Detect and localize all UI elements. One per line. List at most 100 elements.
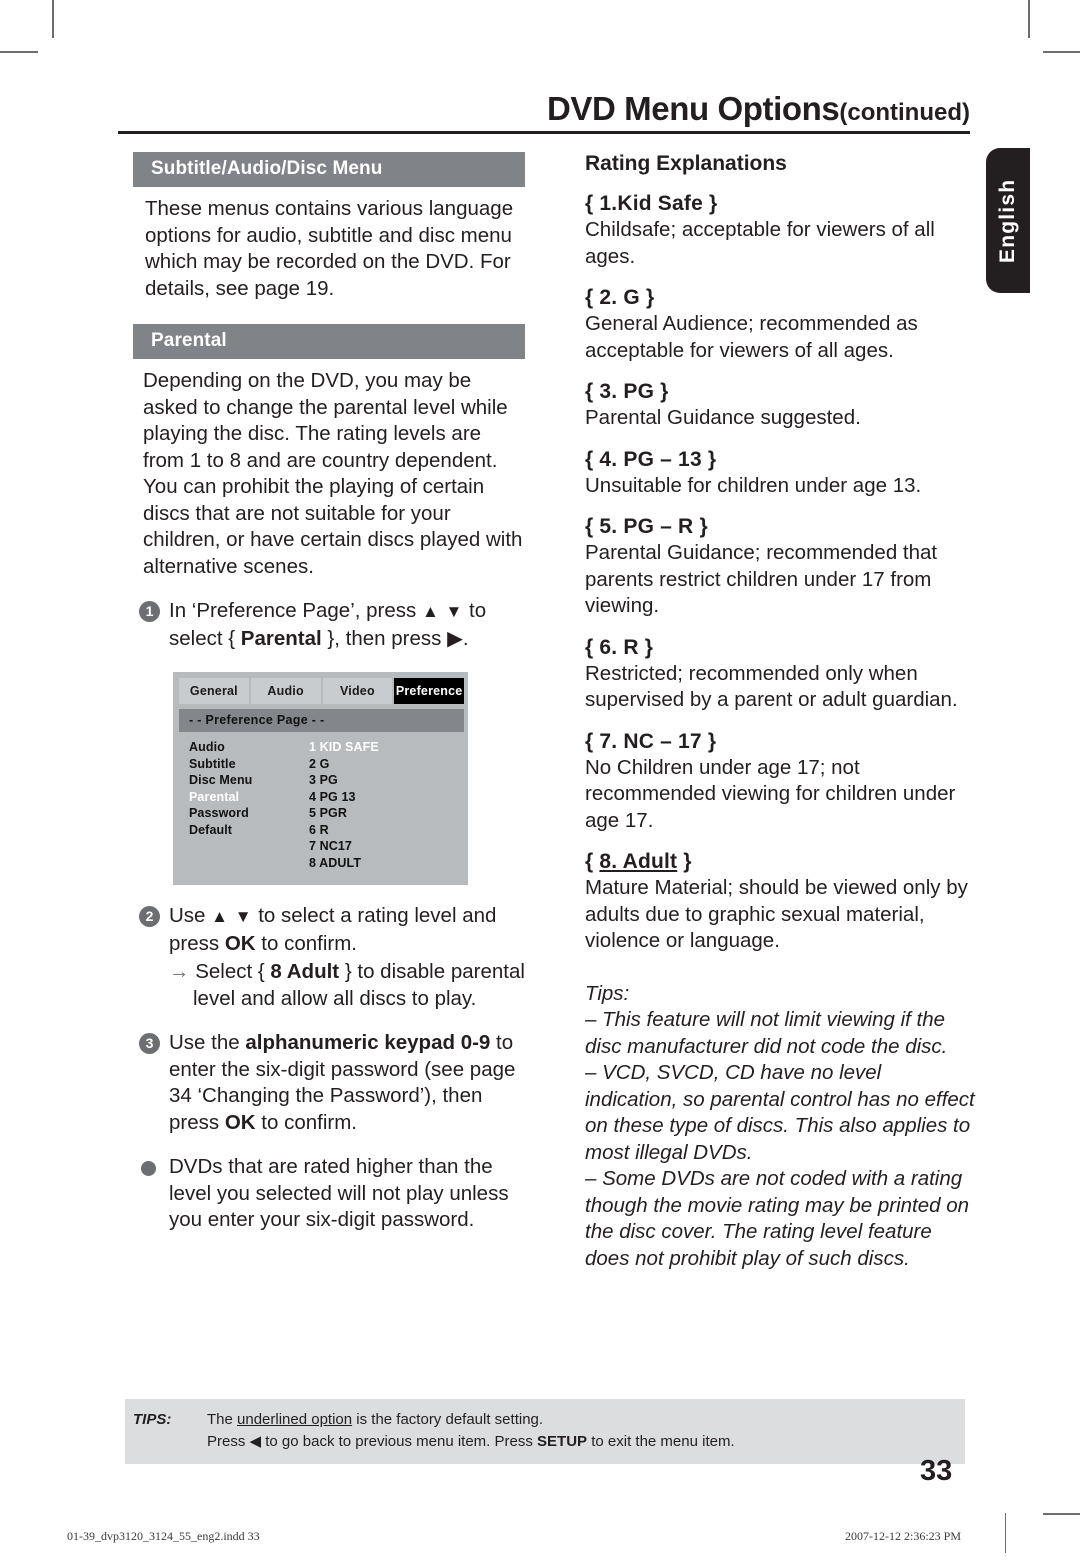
figure-rating-7-nc17[interactable]: 7 NC17 [309,838,464,855]
rating-7-label: 7. NC – 17 [599,729,702,753]
crop-mark-top-left-vertical [52,0,54,38]
figure-menu-item-parental[interactable]: Parental [189,789,309,806]
tips-block: Tips: – This feature will not limit view… [585,981,977,1273]
up-down-arrow-icon-2: ▲ ▼ [211,907,253,926]
footer-tips-underlined-option: underlined option [237,1411,353,1428]
left-column: Subtitle/Audio/Disc Menu These menus con… [133,152,525,1234]
rating-label-2: { 2. G } [585,286,977,310]
parental-bullet-note-text: DVDs that are rated higher than the leve… [169,1155,509,1231]
footer-tips-1a: The [207,1411,238,1428]
figure-menu-item-default[interactable]: Default [189,822,309,839]
crop-mark-top-left-horizontal [0,51,38,53]
rating-1-brace-close: } [702,192,718,215]
crop-mark-top-right-horizontal [1043,51,1080,53]
rating-6-label: 6. R [599,635,639,659]
step-3-bold-term: alphanumeric keypad 0-9 [245,1031,491,1054]
left-arrow-icon: ◀ [249,1433,262,1450]
print-footer-file: 01-39_dvp3120_3124_55_eng2.indd 33 [67,1529,260,1543]
right-arrow-icon: ▶ [447,626,463,650]
section-heading-subtitle-audio-disc-menu: Subtitle/Audio/Disc Menu [133,152,525,187]
rating-label-7: { 7. NC – 17 } [585,730,977,754]
parental-bullet-note: DVDs that are rated higher than the leve… [133,1154,525,1234]
figure-rating-6-r[interactable]: 6 R [309,822,464,839]
tips-item-3: – Some DVDs are not coded with a rating … [585,1167,970,1270]
substep-bold-term: 8 Adult [270,960,340,983]
rating-4-brace-close: } [701,447,717,471]
step-2-number: 2 [139,906,160,927]
figure-page-bar: - - Preference Page - - [179,709,464,732]
figure-tab-audio[interactable]: Audio [250,678,323,704]
right-column: Rating Explanations { 1.Kid Safe } Child… [585,152,977,1272]
tips-item-2: – VCD, SVCD, CD have no level indication… [585,1061,975,1164]
rating-body-6: Restricted; recommended only when superv… [585,661,958,712]
rating-2-brace-open: { [585,286,600,309]
rating-label-4: { 4. PG – 13 } [585,448,977,472]
footer-tips-line-1: TIPS: The underlined option is the facto… [125,1409,965,1431]
rating-label-6: { 6. R } [585,636,977,660]
figure-tab-general[interactable]: General [179,678,251,704]
rating-2-label: 2. G [599,286,640,309]
rating-8-brace-open: { [585,850,600,873]
figure-rating-2-g[interactable]: 2 G [309,756,464,773]
language-tab-english: English [986,148,1030,293]
rating-label-3: { 3. PG } [585,380,977,404]
bullet-dot-icon [141,1161,156,1176]
figure-menu-item-disc-menu[interactable]: Disc Menu [189,772,309,789]
rating-body-2: General Audience; recommended as accepta… [585,312,918,362]
figure-menu-item-audio[interactable]: Audio [189,739,309,756]
page-title-continued: (continued) [839,99,970,126]
footer-tips-2b: to go back to previous menu item. Press [261,1433,538,1450]
footer-tips-line-1-text: The underlined option is the factory def… [133,1409,965,1431]
figure-tab-preference[interactable]: Preference [394,678,464,704]
rating-2-brace-close: } [639,286,655,309]
rating-body-3: Parental Guidance suggested. [585,406,861,429]
rating-body-7: No Children under age 17; not recommende… [585,755,956,832]
footer-tips-line-2-text: Press ◀ to go back to previous menu item… [133,1431,965,1453]
language-tab-label: English [996,178,1019,263]
step-1-text-before: In ‘Preference Page’, press [169,599,422,622]
figure-body: Audio Subtitle Disc Menu Parental Passwo… [179,732,464,875]
subtitle-audio-disc-menu-paragraph: These menus contains various language op… [145,197,514,300]
rating-3-label: 3. PG [599,380,655,403]
step-1: 1 In ‘Preference Page’, press ▲ ▼ to sel… [133,598,525,652]
rating-5-label: 5. PG – R [599,515,694,538]
figure-menu-item-password[interactable]: Password [189,805,309,822]
step-3-text-end: to confirm. [255,1110,357,1134]
figure-rating-8-adult[interactable]: 8 ADULT [309,855,464,872]
rating-label-8: { 8. Adult } [585,850,977,874]
figure-rating-4-pg-13[interactable]: 4 PG 13 [309,789,464,806]
figure-menu-item-list: Audio Subtitle Disc Menu Parental Passwo… [189,739,309,871]
figure-rating-5-pgr[interactable]: 5 PGR [309,805,464,822]
rating-4-brace-open: { [585,447,600,471]
step-1-brace-open: { [228,626,241,650]
rating-label-1: { 1.Kid Safe } [585,192,977,216]
rating-explanations-title: Rating Explanations [585,152,787,175]
footer-tips-2a: Press [207,1433,250,1450]
rating-5-brace-open: { [585,515,600,538]
figure-menu-item-subtitle[interactable]: Subtitle [189,756,309,773]
rating-7-brace-open: { [585,729,600,753]
rating-4-label: 4. PG – 13 [599,447,702,471]
step-2: 2 Use ▲ ▼ to select a rating level and p… [133,903,525,1012]
section-heading-parental: Parental [133,324,525,359]
rating-body-4: Unsuitable for children under age 13. [585,473,922,497]
page-number: 33 [920,1455,953,1487]
figure-rating-1-kid-safe[interactable]: 1 KID SAFE [309,739,464,756]
figure-tab-video[interactable]: Video [322,678,395,704]
rating-6-brace-close: } [638,635,654,659]
rating-body-5: Parental Guidance; recommended that pare… [585,541,938,617]
parental-paragraph: Depending on the DVD, you may be asked t… [143,369,523,578]
rating-1-label: 1.Kid Safe [599,192,703,215]
footer-tips-setup-key: SETUP [537,1433,588,1450]
figure-rating-3-pg[interactable]: 3 PG [309,772,464,789]
rating-7-brace-close: } [701,729,717,753]
step-2-substep: → Select { 8 Adult } to disable parental… [169,959,525,1012]
footer-tips-label: TIPS: [133,1411,172,1428]
print-footer-timestamp: 2007-12-12 2:36:23 PM [845,1529,962,1543]
page-title: DVD Menu Options(continued) [118,92,970,125]
footer-tips-line-2: Press ◀ to go back to previous menu item… [125,1431,965,1453]
crop-mark-top-right-vertical [1028,0,1030,38]
rating-3-brace-open: { [585,380,600,403]
page-header: DVD Menu Options(continued) [118,92,970,134]
rating-5-brace-close: } [693,515,708,538]
